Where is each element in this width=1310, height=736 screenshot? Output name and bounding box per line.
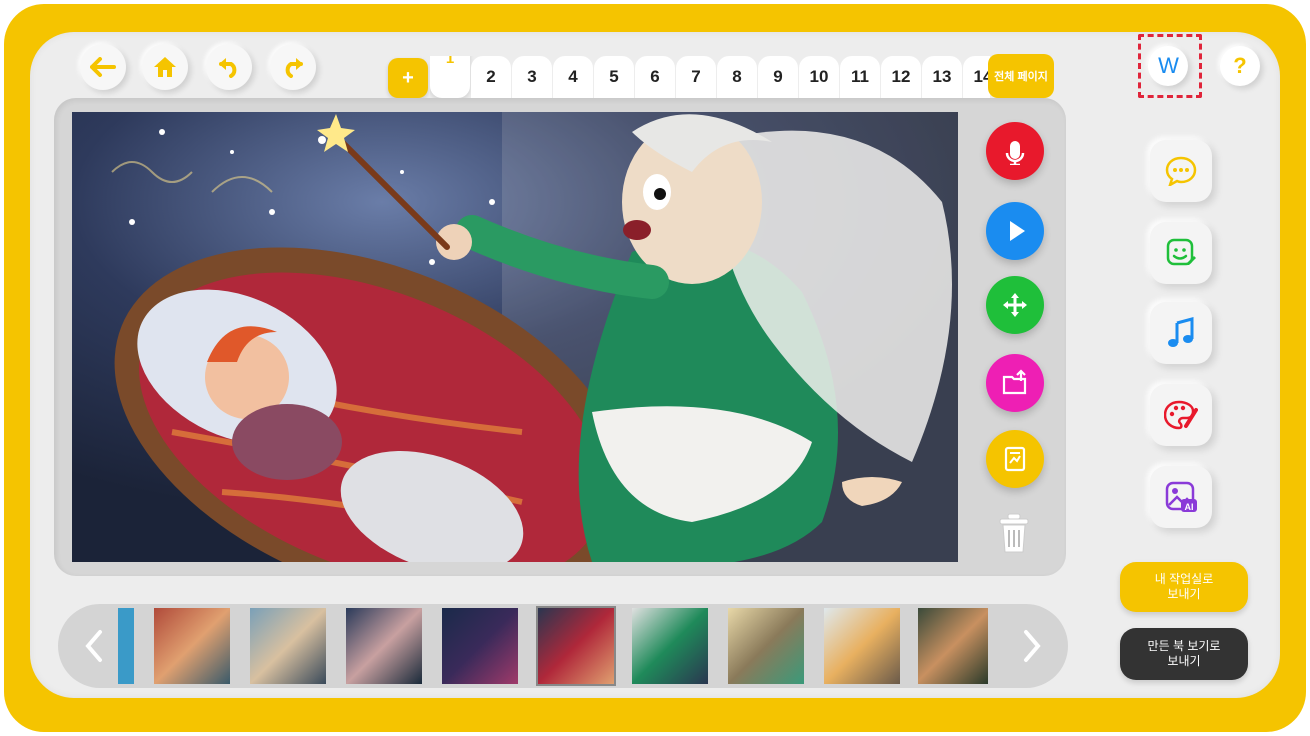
- send-to-book-view-label: 만든 북 보기로 보내기: [1147, 639, 1221, 668]
- page-illustration[interactable]: [72, 112, 958, 562]
- page-tab-12[interactable]: 12: [881, 56, 921, 98]
- music-button[interactable]: [1150, 302, 1212, 364]
- move-button[interactable]: [986, 276, 1044, 334]
- trash-icon: [999, 513, 1029, 553]
- thumbnail-9[interactable]: [918, 608, 988, 684]
- redo-icon: [285, 58, 303, 78]
- open-folder-button[interactable]: [986, 354, 1044, 412]
- music-note-icon: [1168, 317, 1194, 347]
- thumbnail-8[interactable]: [824, 608, 900, 684]
- page-tab-5[interactable]: 5: [594, 56, 634, 98]
- page-tab-3[interactable]: 3: [512, 56, 552, 98]
- thumbnail-7[interactable]: [728, 608, 804, 684]
- thumbnail-4[interactable]: [442, 608, 518, 684]
- speech-bubble-button[interactable]: [1150, 140, 1212, 202]
- record-button[interactable]: [986, 122, 1044, 180]
- palette-icon: [1164, 400, 1198, 430]
- redo-button[interactable]: [270, 44, 316, 90]
- paint-button[interactable]: [1150, 384, 1212, 446]
- play-icon: [1010, 221, 1025, 241]
- page-tab-2[interactable]: 2: [471, 56, 511, 98]
- undo-button[interactable]: [206, 44, 252, 90]
- send-to-workroom-button[interactable]: 내 작업실로 보내기: [1120, 562, 1248, 612]
- folder-open-icon: [1002, 369, 1027, 395]
- w-button-highlight: [1138, 34, 1202, 98]
- page-tabs: 1 2 3 4 5 6 7 8 9 10 11 12 13 14: [430, 56, 990, 98]
- delete-button[interactable]: [998, 512, 1030, 554]
- page-tabs-bar: + 1 2 3 4 5 6 7 8 9 10 11 12 13 14 전체 페이지: [388, 54, 1054, 98]
- page-tab-1[interactable]: 1: [430, 56, 470, 98]
- send-to-book-view-button[interactable]: 만든 북 보기로 보내기: [1120, 628, 1248, 680]
- ai-image-button[interactable]: AI: [1150, 466, 1212, 528]
- back-button[interactable]: [80, 44, 126, 90]
- ai-image-icon: AI: [1165, 481, 1197, 512]
- thumbnail-3[interactable]: [346, 608, 422, 684]
- speech-bubble-icon: [1165, 156, 1197, 186]
- page-tab-7[interactable]: 7: [676, 56, 716, 98]
- undo-icon: [219, 58, 237, 78]
- thumbnail-5[interactable]: [536, 606, 616, 686]
- page-tab-6[interactable]: 6: [635, 56, 675, 98]
- svg-text:AI: AI: [1185, 502, 1194, 512]
- chevron-right-icon: [1024, 630, 1041, 662]
- page-tab-9[interactable]: 9: [758, 56, 798, 98]
- page-tab-11[interactable]: 11: [840, 56, 880, 98]
- page-tab-14[interactable]: 14: [963, 56, 990, 98]
- help-label: ?: [1233, 53, 1247, 78]
- chevron-left-icon: [85, 630, 102, 662]
- fairy-cradle-illustration: [72, 112, 958, 562]
- help-button[interactable]: ?: [1220, 46, 1260, 86]
- home-icon: [154, 57, 176, 77]
- thumbnail-1[interactable]: [154, 608, 230, 684]
- move-arrows-icon: [1003, 293, 1027, 317]
- page-tab-10[interactable]: 10: [799, 56, 839, 98]
- notebook-icon: [1004, 446, 1026, 472]
- play-button[interactable]: [986, 202, 1044, 260]
- sticker-button[interactable]: [1150, 222, 1212, 284]
- smiley-edit-icon: [1166, 238, 1196, 266]
- page-tab-4[interactable]: 4: [553, 56, 593, 98]
- thumbnail-0[interactable]: [118, 608, 134, 684]
- add-page-button[interactable]: +: [388, 58, 428, 98]
- microphone-icon: [1005, 141, 1025, 165]
- strip-next-button[interactable]: [1016, 626, 1046, 666]
- thumbnail-2[interactable]: [250, 608, 326, 684]
- home-button[interactable]: [142, 44, 188, 90]
- page-tab-13[interactable]: 13: [922, 56, 962, 98]
- page-tab-8[interactable]: 8: [717, 56, 757, 98]
- all-pages-button[interactable]: 전체 페이지: [988, 54, 1054, 98]
- arrow-left-icon: [90, 57, 116, 77]
- send-to-workroom-label: 내 작업실로 보내기: [1154, 572, 1214, 601]
- strip-prev-button[interactable]: [80, 626, 110, 666]
- notebook-button[interactable]: [986, 430, 1044, 488]
- thumbnail-6[interactable]: [632, 608, 708, 684]
